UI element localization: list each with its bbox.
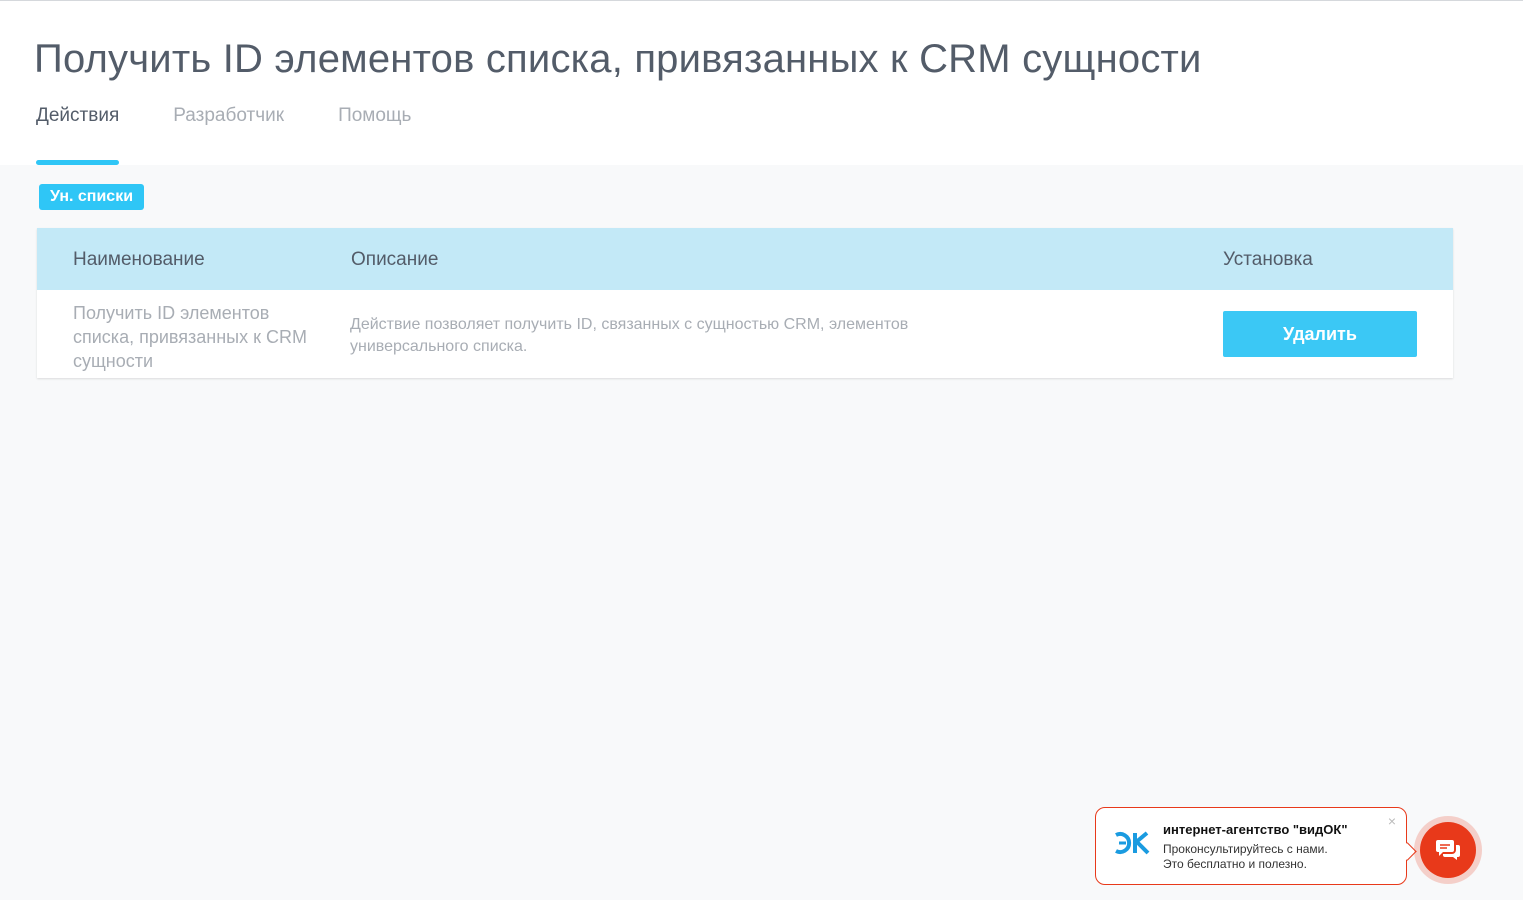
tab-help[interactable]: Помощь: [338, 105, 411, 165]
actions-table: Наименование Описание Установка Получить…: [37, 228, 1453, 378]
page-title: Получить ID элементов списка, привязанны…: [34, 37, 1202, 81]
page: Получить ID элементов списка, привязанны…: [0, 0, 1523, 900]
column-header-description: Описание: [351, 249, 439, 270]
chat-message-line2: Это бесплатно и полезно.: [1163, 857, 1307, 871]
column-header-install: Установка: [1223, 249, 1313, 270]
table-row: Получить ID элементов списка, привязанны…: [37, 292, 1453, 378]
chat-message-line1: Проконсультируйтесь с нами.: [1163, 842, 1328, 856]
header: Получить ID элементов списка, привязанны…: [0, 1, 1523, 165]
close-icon[interactable]: ×: [1388, 814, 1396, 828]
column-header-name: Наименование: [73, 249, 205, 270]
tab-developer[interactable]: Разработчик: [173, 105, 284, 165]
tabs: Действия Разработчик Помощь: [36, 105, 465, 165]
table-header: Наименование Описание Установка: [37, 228, 1453, 291]
row-description: Действие позволяет получить ID, связанны…: [350, 316, 909, 355]
chat-bubbles-icon: [1436, 840, 1460, 860]
tab-actions-label: Действия: [36, 105, 120, 126]
row-name: Получить ID элементов списка, привязанны…: [73, 303, 307, 371]
chat-open-button[interactable]: [1420, 822, 1476, 878]
chat-title: интернет-агентство "видОК": [1163, 822, 1348, 837]
delete-button[interactable]: Удалить: [1223, 311, 1417, 357]
tab-help-label: Помощь: [338, 105, 412, 126]
tab-actions[interactable]: Действия: [36, 105, 120, 165]
agency-logo-icon: [1115, 831, 1150, 855]
tab-developer-label: Разработчик: [173, 105, 285, 126]
chat-popup[interactable]: интернет-агентство "видОК" Проконсультир…: [1095, 807, 1407, 885]
category-badge: Ун. списки: [39, 184, 145, 210]
active-tab-indicator: [36, 160, 120, 165]
